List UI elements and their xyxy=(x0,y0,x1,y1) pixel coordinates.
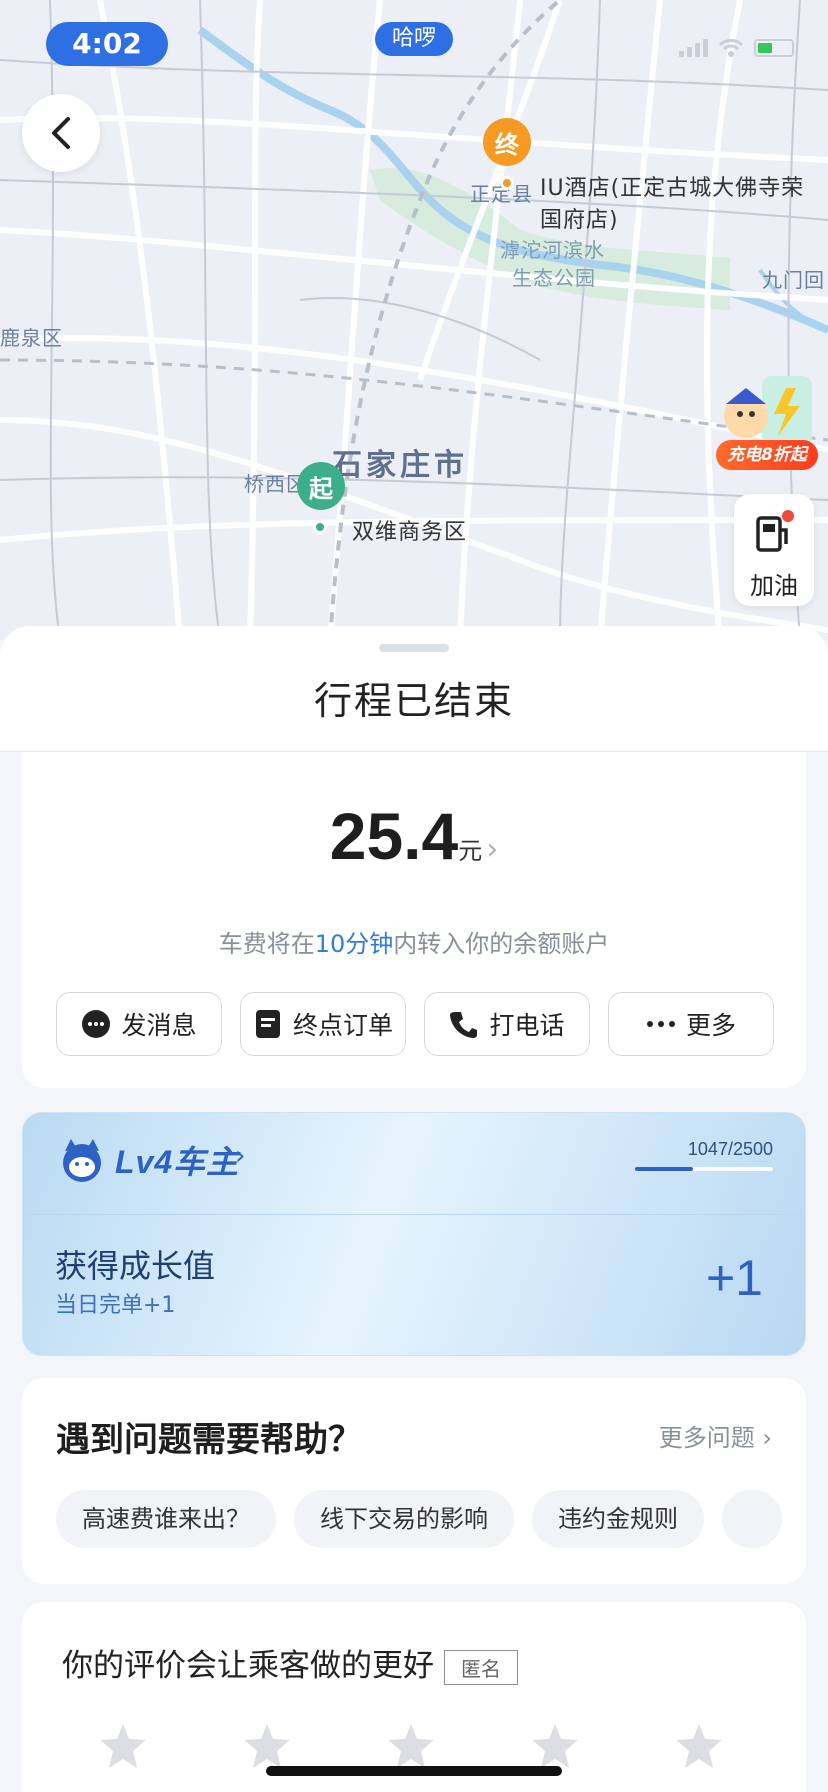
end-marker-dot xyxy=(500,176,514,190)
drag-handle[interactable] xyxy=(379,644,449,652)
more-questions-link[interactable]: 更多问题 › xyxy=(659,1418,772,1453)
chevron-right-icon: › xyxy=(762,1424,772,1452)
chat-icon xyxy=(81,1009,111,1039)
level-title: Lv4车主 xyxy=(115,1144,240,1180)
status-app-pill[interactable]: 哈啰 xyxy=(375,22,453,56)
start-marker[interactable]: 起 xyxy=(297,462,345,510)
rating-title: 你的评价会让乘客做的更好 匿名 xyxy=(62,1640,518,1685)
map-label-jiumen: 九门回 xyxy=(762,268,825,292)
help-chips: 高速费谁来出？ 线下交易的影响 违约金规则 xyxy=(56,1490,798,1548)
fare-note: 车费将在10分钟内转入你的余额账户 xyxy=(22,924,806,959)
signal-icon xyxy=(679,39,708,57)
map-view[interactable]: IU酒店(正定古城大佛寺荣 国府店) 正定县 滹沱河滨水 生态公园 九门回 鹿泉… xyxy=(0,0,828,640)
end-order-button[interactable]: 终点订单 xyxy=(240,992,406,1056)
help-chip[interactable]: 线下交易的影响 xyxy=(294,1490,514,1548)
fare-amount: 25.4 xyxy=(329,799,459,873)
end-marker[interactable]: 终 xyxy=(483,118,531,166)
message-button-label: 发消息 xyxy=(121,1011,197,1040)
level-progress-fill xyxy=(635,1167,693,1171)
help-title: 遇到问题需要帮助？ xyxy=(56,1420,362,1460)
more-button[interactable]: 更多 xyxy=(608,992,774,1056)
fuel-label: 加油 xyxy=(750,572,798,600)
growth-subtitle: 当日完单+1 xyxy=(55,1293,176,1318)
map-label-park-1: 滹沱河滨水 xyxy=(500,238,605,262)
map-label-end-poi-line2: 国府店) xyxy=(540,208,619,233)
star-icon[interactable] xyxy=(242,1722,292,1770)
star-icon[interactable] xyxy=(98,1722,148,1770)
status-time: 4:02 xyxy=(46,22,168,66)
map-label-luquan: 鹿泉区 xyxy=(0,326,63,350)
map-label-end-poi: IU酒店(正定古城大佛寺荣 xyxy=(540,176,805,201)
more-questions-label: 更多问题 xyxy=(658,1424,755,1452)
anonymous-badge: 匿名 xyxy=(444,1650,518,1685)
more-button-label: 更多 xyxy=(685,1011,736,1040)
level-progress-text: 1047/2500 xyxy=(687,1139,773,1159)
fare-card: 25.4元 › 车费将在10分钟内转入你的余额账户 发消息 终点订单 打电话 更… xyxy=(22,752,806,1088)
star-icon[interactable] xyxy=(674,1722,724,1770)
chevron-right-icon: › xyxy=(486,832,499,867)
fare-unit: 元 xyxy=(458,837,483,865)
level-progress-bar xyxy=(635,1167,773,1171)
fuel-pump-icon xyxy=(756,510,794,552)
action-row: 发消息 终点订单 打电话 更多 xyxy=(56,992,774,1056)
level-card[interactable]: Lv4车主 › 1047/2500 获得成长值 当日完单+1 +1 xyxy=(22,1112,806,1356)
help-chip[interactable]: 高速费谁来出？ xyxy=(56,1490,276,1548)
map-label-park-2: 生态公园 xyxy=(512,266,596,290)
chevron-right-icon: › xyxy=(235,1141,246,1171)
help-chip-overflow[interactable] xyxy=(722,1490,782,1548)
wifi-icon xyxy=(718,39,744,57)
status-icons xyxy=(679,38,794,58)
level-mascot-icon xyxy=(63,1139,101,1182)
more-dots-icon xyxy=(646,1009,676,1039)
star-icon[interactable] xyxy=(530,1722,580,1770)
phone-icon xyxy=(449,1009,479,1039)
fare-note-prefix: 车费将在 xyxy=(218,930,315,958)
trip-sheet: 行程已结束 25.4元› 车费将在10分钟内转入你的余额账户 发消息 终点订单 xyxy=(0,626,828,1792)
charging-promo-badge[interactable]: 充电8折起 xyxy=(716,440,818,470)
fare-amount-link[interactable]: 25.4元 › xyxy=(22,798,806,874)
page-title: 行程已结束 xyxy=(313,679,514,723)
rating-card: 你的评价会让乘客做的更好 匿名 xyxy=(22,1602,806,1792)
start-marker-dot xyxy=(313,520,327,534)
star-rating xyxy=(98,1722,724,1770)
rating-title-text: 你的评价会让乘客做的更好 xyxy=(62,1648,434,1684)
call-button[interactable]: 打电话 xyxy=(424,992,590,1056)
growth-value: +1 xyxy=(705,1250,763,1306)
growth-title: 获得成长值 xyxy=(55,1247,216,1285)
battery-icon xyxy=(754,39,794,57)
level-header[interactable]: Lv4车主 › 1047/2500 xyxy=(23,1113,805,1215)
chevron-left-icon xyxy=(52,117,70,149)
star-icon[interactable] xyxy=(386,1722,436,1770)
message-button[interactable]: 发消息 xyxy=(56,992,222,1056)
document-icon xyxy=(253,1009,283,1039)
map-label-start-poi: 双维商务区 xyxy=(352,520,468,545)
end-order-button-label: 终点订单 xyxy=(292,1011,393,1040)
fare-note-suffix: 内转入你的余额账户 xyxy=(393,930,610,958)
home-indicator[interactable] xyxy=(266,1766,562,1776)
fare-note-highlight: 10分钟 xyxy=(314,930,394,958)
help-card: 遇到问题需要帮助？ 更多问题 › 高速费谁来出？ 线下交易的影响 违约金规则 xyxy=(22,1378,806,1584)
back-button[interactable] xyxy=(22,94,100,172)
help-chip[interactable]: 违约金规则 xyxy=(532,1490,704,1548)
fuel-button[interactable]: 加油 xyxy=(734,494,814,606)
call-button-label: 打电话 xyxy=(489,1011,565,1040)
sheet-header: 行程已结束 xyxy=(0,626,828,752)
map-label-city: 石家庄市 xyxy=(332,448,468,483)
